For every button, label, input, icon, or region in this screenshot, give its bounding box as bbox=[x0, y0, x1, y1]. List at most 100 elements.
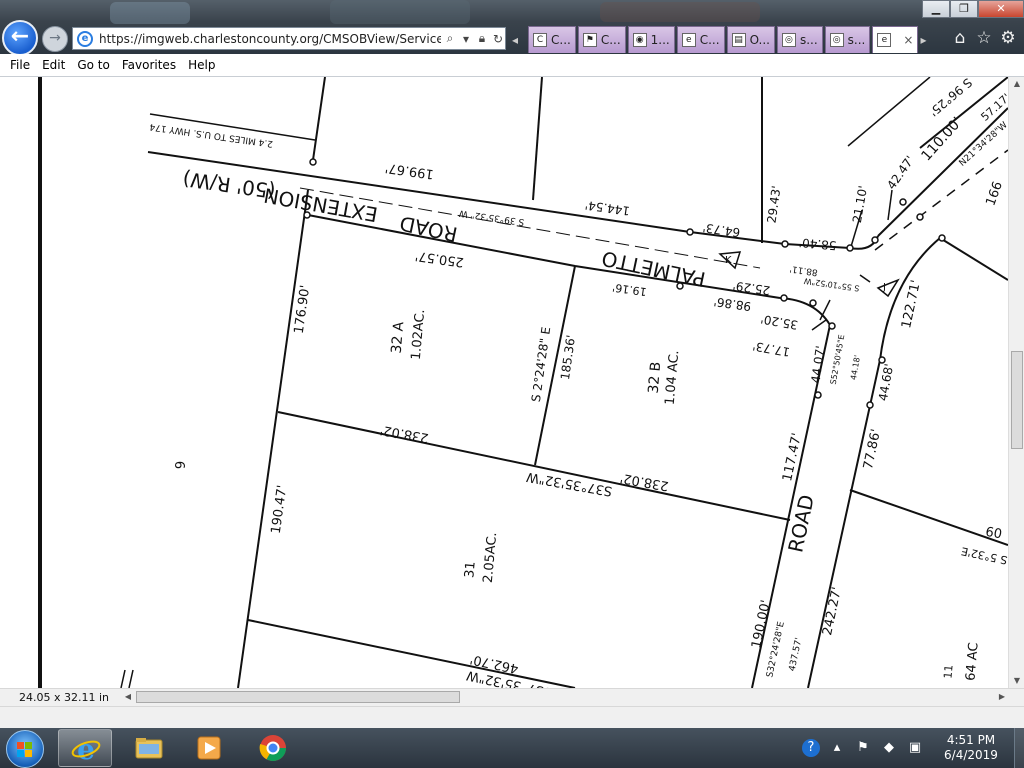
taskbar-chrome[interactable] bbox=[246, 729, 300, 767]
map-label: 185.36' bbox=[558, 334, 578, 381]
taskbar-ie[interactable]: e bbox=[58, 729, 112, 767]
tab-6[interactable]: ◎ s... bbox=[776, 26, 823, 53]
map-label: 44.18' bbox=[849, 354, 862, 380]
system-tray: ? ▴ ⚑ ◆ ▣ 4:51 PM 6/4/2019 bbox=[798, 728, 1024, 768]
map-label: N21°34'28"W bbox=[958, 120, 1008, 168]
parcel-line bbox=[277, 411, 791, 521]
parcel-tick bbox=[120, 669, 126, 688]
dropbox-icon[interactable]: ◆ bbox=[880, 739, 898, 757]
tab-site-icon: e bbox=[877, 33, 892, 47]
map-label: 42.47' bbox=[884, 153, 917, 192]
back-button[interactable]: ← bbox=[2, 20, 38, 54]
parcel-line bbox=[847, 77, 931, 147]
tab-5[interactable]: ▤ O... bbox=[726, 26, 775, 53]
lot-number: 11 bbox=[941, 664, 955, 679]
horizontal-scroll-thumb[interactable] bbox=[136, 691, 460, 703]
search-icon[interactable]: ⌕ bbox=[443, 31, 457, 46]
menu-goto[interactable]: Go to bbox=[71, 58, 116, 72]
tab-3[interactable]: ◉ 1... bbox=[627, 26, 675, 53]
tab-site-icon: C bbox=[533, 33, 547, 47]
menu-edit[interactable]: Edit bbox=[36, 58, 71, 72]
parcel-line bbox=[247, 619, 576, 688]
map-label: 144.54' bbox=[584, 198, 631, 218]
taskbar-clock[interactable]: 4:51 PM 6/4/2019 bbox=[928, 733, 1014, 763]
lot-number: 9 bbox=[174, 461, 189, 469]
map-label: 35.20' bbox=[760, 312, 800, 332]
map-label: S32°24'28"E bbox=[765, 620, 787, 678]
taskbar-explorer[interactable] bbox=[122, 729, 176, 767]
forward-button[interactable]: → bbox=[42, 26, 68, 52]
parcel-line bbox=[237, 189, 309, 688]
refresh-icon[interactable]: ↻ bbox=[491, 32, 505, 46]
map-label: (50' R/W) bbox=[181, 167, 277, 204]
favorites-star-icon[interactable]: ☆ bbox=[972, 27, 996, 49]
help-icon[interactable]: ? bbox=[802, 739, 820, 757]
status-bar: 24.05 x 32.11 in ◀ ▶ bbox=[0, 688, 1024, 706]
new-tab-button[interactable]: ▸ bbox=[920, 26, 934, 53]
horizontal-scrollbar[interactable]: ◀ ▶ bbox=[122, 690, 1008, 705]
tab-active[interactable]: e × bbox=[872, 26, 919, 53]
tab-site-icon: ◎ bbox=[781, 33, 796, 47]
menu-help[interactable]: Help bbox=[182, 58, 221, 72]
survey-marker bbox=[878, 356, 886, 364]
minimize-button[interactable]: ▁ bbox=[922, 0, 950, 18]
show-desktop-button[interactable] bbox=[1014, 728, 1024, 768]
map-label: 238.02' bbox=[379, 422, 430, 445]
lock-icon[interactable]: 🔒︎ bbox=[475, 31, 489, 46]
close-window-button[interactable]: ✕ bbox=[978, 0, 1024, 18]
tab-label: C... bbox=[600, 33, 621, 47]
tab-site-icon: ◎ bbox=[829, 33, 844, 47]
survey-marker bbox=[809, 299, 817, 307]
scroll-up-arrow-icon[interactable]: ▲ bbox=[1009, 77, 1024, 91]
map-label: 238.02' bbox=[619, 470, 670, 493]
survey-marker bbox=[309, 158, 317, 166]
address-url[interactable]: https://imgweb.charlestoncounty.org/CMSO… bbox=[99, 32, 441, 46]
network-icon[interactable]: ▣ bbox=[906, 739, 924, 757]
map-label: EXTENSION bbox=[262, 183, 380, 227]
tab-4[interactable]: e C... bbox=[676, 26, 725, 53]
map-label: 122.71' bbox=[899, 279, 924, 330]
background-blur bbox=[110, 2, 190, 24]
dropdown-icon[interactable]: ▾ bbox=[459, 32, 473, 46]
dimension-arrow bbox=[859, 274, 871, 283]
tab-1[interactable]: C C... bbox=[528, 26, 576, 53]
tab-2[interactable]: ⚑ C... bbox=[577, 26, 626, 53]
menu-file[interactable]: File bbox=[4, 58, 36, 72]
folder-icon bbox=[135, 738, 163, 759]
internet-explorer-icon: e bbox=[71, 735, 101, 763]
lot-number: 32 B bbox=[646, 361, 665, 394]
scroll-left-arrow-icon[interactable]: ◀ bbox=[122, 690, 134, 704]
tray-expand-icon[interactable]: ▴ bbox=[828, 739, 846, 757]
menu-favorites[interactable]: Favorites bbox=[116, 58, 182, 72]
map-label: 437.57' bbox=[788, 637, 805, 672]
tab-label: 1... bbox=[650, 33, 670, 47]
media-player-icon bbox=[197, 736, 221, 760]
vertical-scroll-thumb[interactable] bbox=[1011, 351, 1023, 449]
tab-label: C... bbox=[699, 33, 720, 47]
document-viewer[interactable]: 2.4 MILES TO U.S. HWY 174 (50' R/W) EXTE… bbox=[0, 77, 1008, 688]
map-label: S 96°25' bbox=[926, 77, 974, 119]
map-label: 176.90' bbox=[292, 284, 314, 335]
map-label: 60 bbox=[984, 525, 1003, 543]
back-arrow-icon: ← bbox=[10, 24, 30, 49]
tab-close-icon[interactable]: × bbox=[903, 33, 913, 47]
action-center-flag-icon[interactable]: ⚑ bbox=[854, 739, 872, 757]
home-icon[interactable]: ⌂ bbox=[948, 27, 972, 49]
map-label: ROAD bbox=[783, 493, 819, 555]
scroll-right-arrow-icon[interactable]: ▶ bbox=[996, 690, 1008, 704]
maximize-button[interactable]: ❐ bbox=[950, 0, 978, 18]
parcel-line bbox=[532, 77, 543, 201]
forward-arrow-icon: → bbox=[49, 30, 61, 46]
tab-site-icon: ◉ bbox=[632, 33, 647, 47]
vertical-scrollbar[interactable]: ▲ ▼ bbox=[1008, 77, 1024, 688]
tab-site-icon: ▤ bbox=[731, 33, 746, 47]
tab-7[interactable]: ◎ s... bbox=[824, 26, 871, 53]
start-button[interactable] bbox=[6, 730, 44, 768]
taskbar-media[interactable] bbox=[182, 729, 236, 767]
scroll-down-arrow-icon[interactable]: ▼ bbox=[1009, 674, 1024, 688]
tab-strip: ◂ C C... ⚑ C... ◉ 1... e C... ▤ O... ◎ s... ◎ s… bbox=[512, 26, 936, 54]
gear-icon[interactable]: ⚙ bbox=[996, 27, 1020, 49]
tab-scroll-left[interactable]: ◂ bbox=[512, 26, 526, 53]
triangle-marker bbox=[876, 278, 900, 298]
address-bar[interactable]: e https://imgweb.charlestoncounty.org/CM… bbox=[72, 27, 506, 50]
